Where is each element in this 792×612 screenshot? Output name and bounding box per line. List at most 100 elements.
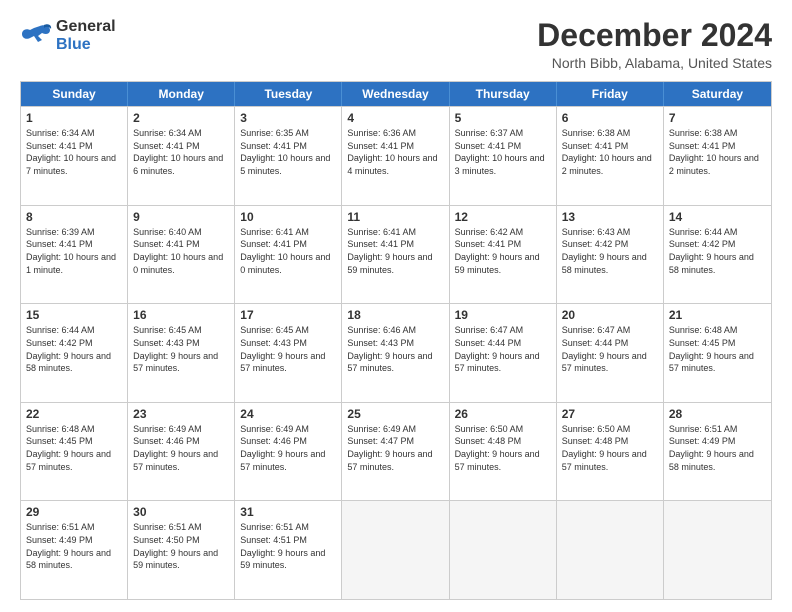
day-number: 10 [240, 210, 336, 224]
header-day-wednesday: Wednesday [342, 82, 449, 106]
header-day-friday: Friday [557, 82, 664, 106]
day-number: 24 [240, 407, 336, 421]
cal-cell [557, 501, 664, 599]
cal-cell: 7 Sunrise: 6:38 AMSunset: 4:41 PMDaylight… [664, 107, 771, 205]
cell-info: Sunrise: 6:38 AMSunset: 4:41 PMDaylight:… [562, 127, 658, 177]
cal-cell: 10Sunrise: 6:41 AMSunset: 4:41 PMDayligh… [235, 206, 342, 304]
cal-cell: 6Sunrise: 6:38 AMSunset: 4:41 PMDaylight… [557, 107, 664, 205]
day-number: 8 [26, 210, 122, 224]
cell-info: Sunrise: 6:34 AMSunset: 4:41 PMDaylight:… [133, 127, 229, 177]
cal-cell: 26 Sunrise: 6:50 AMSunset: 4:48 PMDayligh… [450, 403, 557, 501]
cell-info: Sunrise: 6:43 AMSunset: 4:42 PMDaylight:… [562, 226, 658, 276]
cell-info: Sunrise: 6:37 AMSunset: 4:41 PMDaylight:… [455, 127, 551, 177]
cal-cell: 1 Sunrise: 6:34 AMSunset: 4:41 PMDaylight… [21, 107, 128, 205]
cell-info: Sunrise: 6:48 AMSunset: 4:45 PMDaylight:… [26, 423, 122, 473]
header-day-thursday: Thursday [450, 82, 557, 106]
cell-info: Sunrise: 6:51 AMSunset: 4:50 PMDaylight:… [133, 521, 229, 571]
cell-info: Sunrise: 6:41 AMSunset: 4:41 PMDaylight:… [347, 226, 443, 276]
day-number: 25 [347, 407, 443, 421]
day-number: 2 [133, 111, 229, 125]
day-number: 22 [26, 407, 122, 421]
cell-info: Sunrise: 6:46 AMSunset: 4:43 PMDaylight:… [347, 324, 443, 374]
cell-info: Sunrise: 6:51 AMSunset: 4:51 PMDaylight:… [240, 521, 336, 571]
day-number: 26 [455, 407, 551, 421]
cal-cell: 29Sunrise: 6:51 AMSunset: 4:49 PMDayligh… [21, 501, 128, 599]
cal-cell: 19Sunrise: 6:47 AMSunset: 4:44 PMDayligh… [450, 304, 557, 402]
day-number: 3 [240, 111, 336, 125]
day-number: 13 [562, 210, 658, 224]
cell-info: Sunrise: 6:50 AMSunset: 4:48 PMDaylight:… [562, 423, 658, 473]
logo: General Blue [20, 18, 116, 54]
subtitle: North Bibb, Alabama, United States [537, 55, 772, 71]
cell-info: Sunrise: 6:47 AMSunset: 4:44 PMDaylight:… [562, 324, 658, 374]
cell-info: Sunrise: 6:44 AMSunset: 4:42 PMDaylight:… [669, 226, 766, 276]
header: General Blue December 2024 North Bibb, A… [20, 18, 772, 71]
title-section: December 2024 North Bibb, Alabama, Unite… [537, 18, 772, 71]
cell-info: Sunrise: 6:49 AMSunset: 4:46 PMDaylight:… [240, 423, 336, 473]
cal-row-4: 29Sunrise: 6:51 AMSunset: 4:49 PMDayligh… [21, 500, 771, 599]
cell-info: Sunrise: 6:45 AMSunset: 4:43 PMDaylight:… [240, 324, 336, 374]
day-number: 1 [26, 111, 122, 125]
cal-cell: 12Sunrise: 6:42 AMSunset: 4:41 PMDayligh… [450, 206, 557, 304]
cal-cell: 17Sunrise: 6:45 AMSunset: 4:43 PMDayligh… [235, 304, 342, 402]
header-day-saturday: Saturday [664, 82, 771, 106]
cal-cell: 13 Sunrise: 6:43 AMSunset: 4:42 PMDayligh… [557, 206, 664, 304]
page: General Blue December 2024 North Bibb, A… [0, 0, 792, 612]
cell-info: Sunrise: 6:35 AMSunset: 4:41 PMDaylight:… [240, 127, 336, 177]
cal-cell: 16 Sunrise: 6:45 AMSunset: 4:43 PMDayligh… [128, 304, 235, 402]
day-number: 27 [562, 407, 658, 421]
day-number: 29 [26, 505, 122, 519]
cell-info: Sunrise: 6:45 AMSunset: 4:43 PMDaylight:… [133, 324, 229, 374]
day-number: 7 [669, 111, 766, 125]
cal-cell: 28 Sunrise: 6:51 AMSunset: 4:49 PMDayligh… [664, 403, 771, 501]
calendar-header: SundayMondayTuesdayWednesdayThursdayFrid… [21, 82, 771, 106]
header-day-sunday: Sunday [21, 82, 128, 106]
day-number: 31 [240, 505, 336, 519]
day-number: 5 [455, 111, 551, 125]
header-day-tuesday: Tuesday [235, 82, 342, 106]
cell-info: Sunrise: 6:49 AMSunset: 4:47 PMDaylight:… [347, 423, 443, 473]
day-number: 12 [455, 210, 551, 224]
cal-cell: 23 Sunrise: 6:49 AMSunset: 4:46 PMDayligh… [128, 403, 235, 501]
cal-cell: 2 Sunrise: 6:34 AMSunset: 4:41 PMDaylight… [128, 107, 235, 205]
day-number: 11 [347, 210, 443, 224]
cal-row-2: 15 Sunrise: 6:44 AMSunset: 4:42 PMDayligh… [21, 303, 771, 402]
cell-info: Sunrise: 6:47 AMSunset: 4:44 PMDaylight:… [455, 324, 551, 374]
day-number: 4 [347, 111, 443, 125]
day-number: 23 [133, 407, 229, 421]
cal-cell: 3 Sunrise: 6:35 AMSunset: 4:41 PMDaylight… [235, 107, 342, 205]
cal-cell: 5 Sunrise: 6:37 AMSunset: 4:41 PMDaylight… [450, 107, 557, 205]
cal-cell: 27 Sunrise: 6:50 AMSunset: 4:48 PMDayligh… [557, 403, 664, 501]
day-number: 18 [347, 308, 443, 322]
cell-info: Sunrise: 6:50 AMSunset: 4:48 PMDaylight:… [455, 423, 551, 473]
day-number: 28 [669, 407, 766, 421]
cal-row-1: 8Sunrise: 6:39 AMSunset: 4:41 PMDaylight… [21, 205, 771, 304]
cal-cell: 25 Sunrise: 6:49 AMSunset: 4:47 PMDayligh… [342, 403, 449, 501]
cal-row-3: 22 Sunrise: 6:48 AMSunset: 4:45 PMDayligh… [21, 402, 771, 501]
day-number: 21 [669, 308, 766, 322]
day-number: 30 [133, 505, 229, 519]
cal-cell: 4Sunrise: 6:36 AMSunset: 4:41 PMDaylight… [342, 107, 449, 205]
logo-text: General Blue [56, 18, 116, 54]
cal-cell [664, 501, 771, 599]
cal-cell: 24 Sunrise: 6:49 AMSunset: 4:46 PMDayligh… [235, 403, 342, 501]
day-number: 15 [26, 308, 122, 322]
logo-icon [20, 22, 52, 50]
day-number: 16 [133, 308, 229, 322]
cell-info: Sunrise: 6:51 AMSunset: 4:49 PMDaylight:… [669, 423, 766, 473]
cal-cell: 11 Sunrise: 6:41 AMSunset: 4:41 PMDayligh… [342, 206, 449, 304]
cal-cell: 31 Sunrise: 6:51 AMSunset: 4:51 PMDayligh… [235, 501, 342, 599]
cell-info: Sunrise: 6:38 AMSunset: 4:41 PMDaylight:… [669, 127, 766, 177]
cal-cell: 15 Sunrise: 6:44 AMSunset: 4:42 PMDayligh… [21, 304, 128, 402]
cal-cell [450, 501, 557, 599]
cal-cell: 21Sunrise: 6:48 AMSunset: 4:45 PMDayligh… [664, 304, 771, 402]
cell-info: Sunrise: 6:44 AMSunset: 4:42 PMDaylight:… [26, 324, 122, 374]
cal-cell: 30 Sunrise: 6:51 AMSunset: 4:50 PMDayligh… [128, 501, 235, 599]
day-number: 14 [669, 210, 766, 224]
cell-info: Sunrise: 6:49 AMSunset: 4:46 PMDaylight:… [133, 423, 229, 473]
main-title: December 2024 [537, 18, 772, 53]
cal-cell: 8Sunrise: 6:39 AMSunset: 4:41 PMDaylight… [21, 206, 128, 304]
day-number: 9 [133, 210, 229, 224]
header-day-monday: Monday [128, 82, 235, 106]
cell-info: Sunrise: 6:34 AMSunset: 4:41 PMDaylight:… [26, 127, 122, 177]
